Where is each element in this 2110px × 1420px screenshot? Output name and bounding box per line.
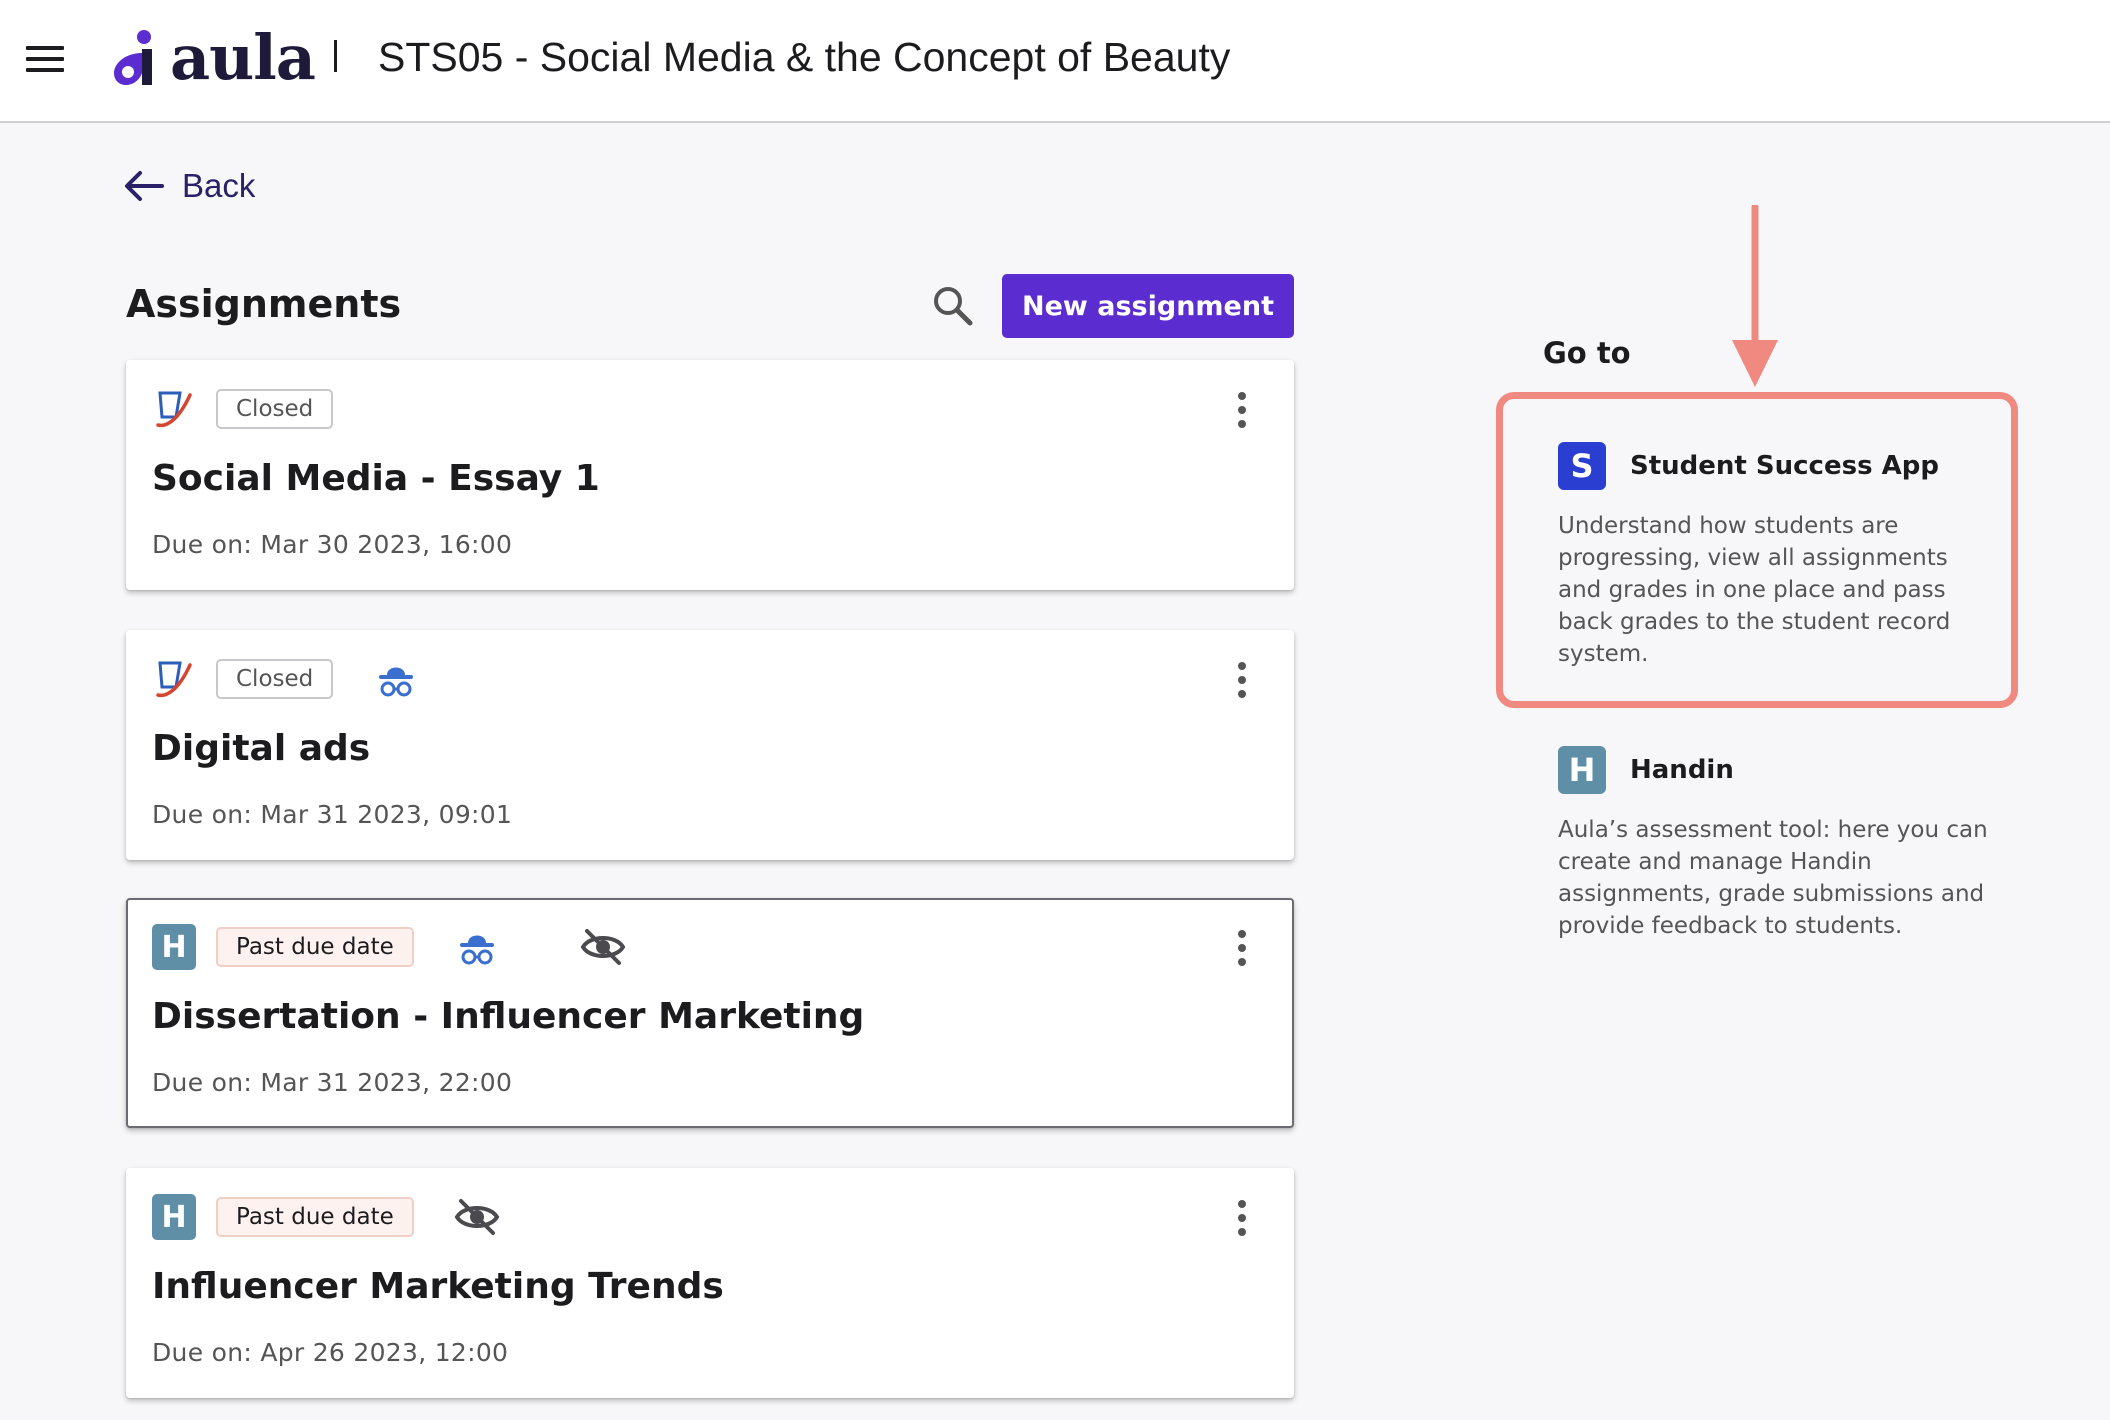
handin-icon: H	[152, 924, 196, 970]
more-options-icon[interactable]	[1230, 1198, 1254, 1238]
course-title: STS05 - Social Media & the Concept of Be…	[378, 34, 1231, 80]
handin-icon: H	[152, 1194, 196, 1240]
logo-text: aula	[170, 21, 316, 94]
assignment-due-date: Due on: Apr 26 2023, 12:00	[152, 1338, 509, 1367]
status-badge: Past due date	[216, 927, 414, 967]
new-assignment-button[interactable]: New assignment	[1002, 274, 1294, 338]
menu-icon[interactable]	[26, 44, 66, 74]
hidden-icon	[580, 927, 626, 967]
more-options-icon[interactable]	[1230, 390, 1254, 430]
card-meta-row: H Past due date	[152, 1194, 500, 1240]
assignments-heading: Assignments	[126, 282, 402, 326]
anonymous-icon	[454, 927, 500, 967]
assignment-due-date: Due on: Mar 30 2023, 16:00	[152, 530, 513, 559]
app-description: Aula’s assessment tool: here you can cre…	[1558, 817, 1988, 939]
status-badge: Closed	[216, 659, 334, 699]
aula-logo-mark-icon	[114, 30, 152, 85]
arrow-left-icon	[125, 171, 164, 201]
back-link[interactable]: Back	[122, 164, 255, 208]
anonymous-icon	[373, 659, 419, 699]
app-name[interactable]: Student Success App	[1630, 451, 1939, 481]
card-meta-row: H Past due date	[152, 924, 626, 970]
turnitin-icon	[152, 387, 196, 431]
goto-app-handin[interactable]: H Handin Aula’s assessment tool: here yo…	[1558, 746, 1998, 942]
goto-heading: Go to	[1543, 336, 1631, 370]
status-badge: Closed	[216, 389, 334, 429]
app-description: Understand how students are progressing,…	[1558, 513, 1951, 667]
hidden-icon	[454, 1197, 500, 1237]
card-meta-row: Closed	[152, 386, 334, 432]
assignment-card[interactable]: Closed Social Media - Essay 1 Due on: Ma…	[126, 360, 1294, 590]
assignment-card[interactable]: Closed Digital ads Due on: Mar 31 2023, …	[126, 630, 1294, 860]
assignment-due-date: Due on: Mar 31 2023, 22:00	[152, 1068, 513, 1097]
annotation-arrow-icon	[1732, 205, 1778, 387]
top-header: aula STS05 - Social Media & the Concept …	[0, 0, 2110, 123]
assignment-title[interactable]: Influencer Marketing Trends	[152, 1266, 724, 1307]
assignment-card[interactable]: H Past due date Dissertation - Influence…	[126, 898, 1294, 1128]
header-separator	[334, 40, 337, 72]
handin-app-icon: H	[1558, 746, 1606, 794]
assignment-card[interactable]: H Past due date Influencer Marketing Tre…	[126, 1168, 1294, 1398]
aula-logo[interactable]: aula	[108, 21, 316, 94]
turnitin-icon	[152, 657, 196, 701]
back-label: Back	[182, 167, 256, 204]
goto-app-student-success[interactable]: S Student Success App Understand how stu…	[1558, 442, 1998, 670]
assignment-due-date: Due on: Mar 31 2023, 09:01	[152, 800, 513, 829]
search-icon[interactable]	[930, 283, 976, 329]
assignment-title[interactable]: Social Media - Essay 1	[152, 458, 600, 499]
assignment-title[interactable]: Dissertation - Influencer Marketing	[152, 996, 864, 1037]
assignment-title[interactable]: Digital ads	[152, 728, 370, 769]
status-badge: Past due date	[216, 1197, 414, 1237]
app-name[interactable]: Handin	[1630, 755, 1734, 785]
more-options-icon[interactable]	[1230, 660, 1254, 700]
card-meta-row: Closed	[152, 656, 419, 702]
more-options-icon[interactable]	[1230, 928, 1254, 968]
student-success-icon: S	[1558, 442, 1606, 490]
